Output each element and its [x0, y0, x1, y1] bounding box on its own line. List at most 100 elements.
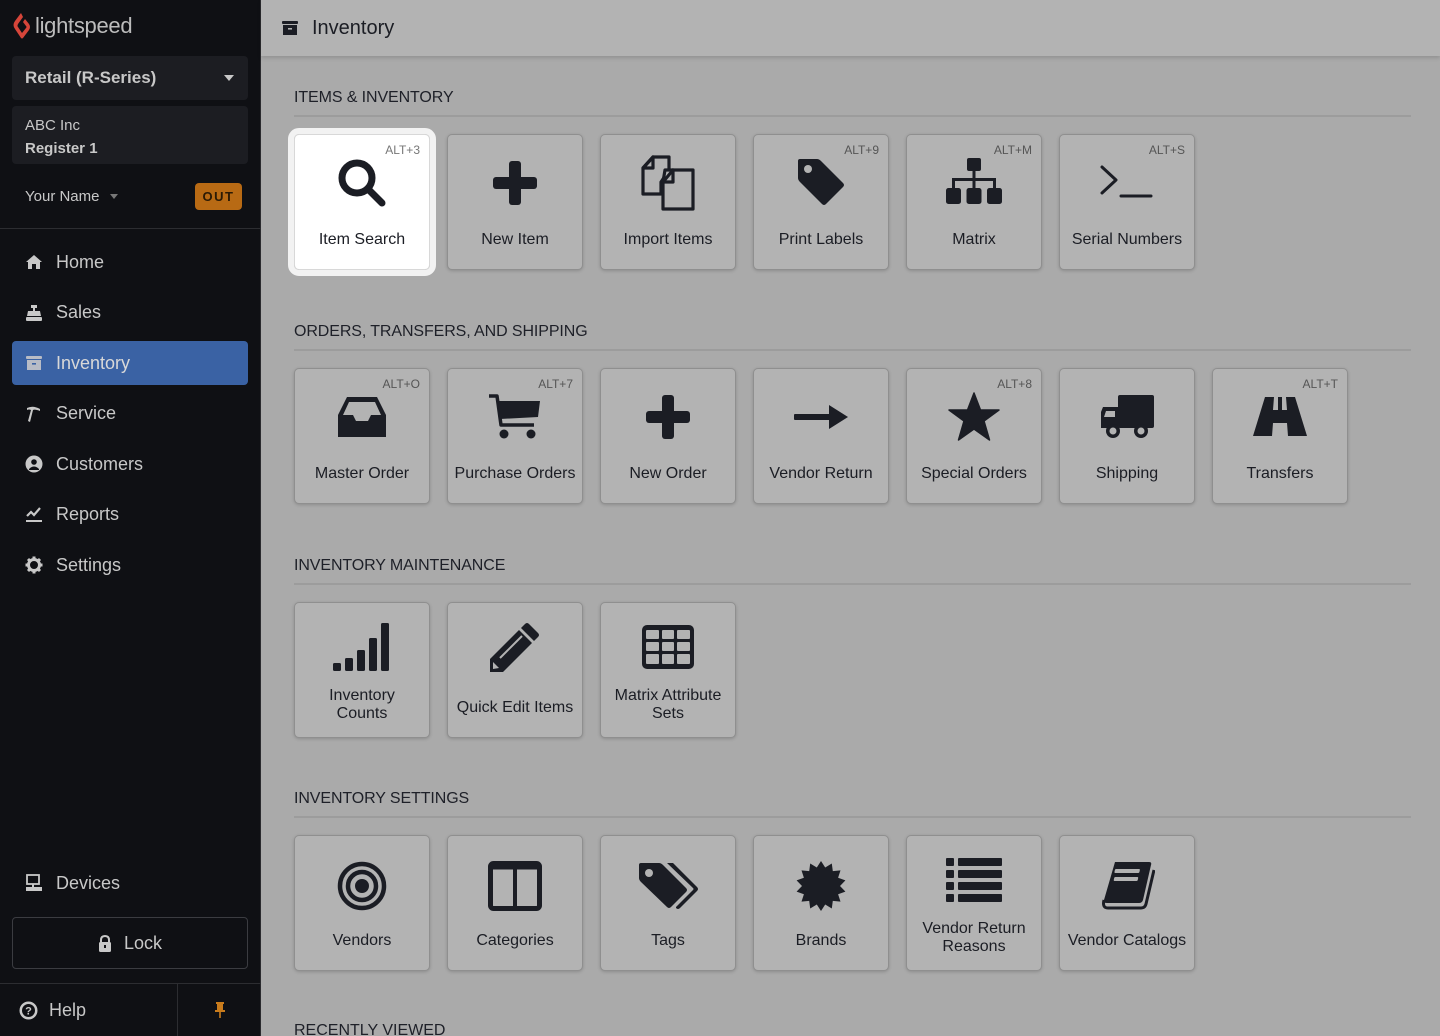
tile-label: Shipping [1095, 465, 1159, 482]
tile-label: New Order [629, 465, 707, 482]
tile-label: Serial Numbers [1071, 231, 1183, 248]
register-icon [24, 303, 44, 323]
sidebar-item-label: Inventory [56, 352, 131, 373]
tile-purchase-orders[interactable]: ALT+7 Purchase Orders [447, 368, 583, 504]
tile-serial-numbers[interactable]: ALT+S Serial Numbers [1059, 134, 1195, 270]
tile-label: Quick Edit Items [456, 699, 574, 716]
search-icon [295, 153, 429, 213]
company-name: ABC Inc [25, 117, 81, 134]
user-name: Your Name [25, 187, 100, 205]
desktop-icon [24, 873, 44, 893]
sidebar-item-service[interactable]: Service [12, 392, 248, 436]
tile-vendor-return[interactable]: Vendor Return [753, 368, 889, 504]
tile-item-search[interactable]: ALT+3 Item Search [288, 128, 436, 276]
chevron-down-icon [224, 75, 234, 81]
sidebar-item-label: Service [56, 403, 117, 423]
tile-brands[interactable]: Brands [753, 835, 889, 971]
sidebar: lightspeed Retail (R-Series) ABC Inc Reg… [0, 0, 261, 1036]
pin-sidebar-button[interactable] [178, 984, 261, 1036]
sidebar-item-sales[interactable]: Sales [12, 291, 248, 335]
pencil-icon [448, 617, 582, 677]
grid-icon [601, 617, 735, 677]
tile-label: Vendor Return [769, 465, 873, 482]
user-menu[interactable]: Your Name [25, 188, 118, 205]
section-inventory-maintenance: INVENTORY MAINTENANCE Inventory Counts Q… [294, 555, 1411, 738]
store-selector-label: Retail (R-Series) [25, 68, 157, 87]
chart-line-icon [24, 505, 44, 525]
tile-transfers[interactable]: ALT+T Transfers [1212, 368, 1348, 504]
section-title: INVENTORY SETTINGS [294, 790, 470, 807]
tile-import-items[interactable]: Import Items [600, 134, 736, 270]
sidebar-item-label: Home [56, 251, 105, 272]
sidebar-item-reports[interactable]: Reports [12, 493, 248, 537]
help-button[interactable]: ? Help [0, 984, 178, 1036]
pin-icon [214, 1002, 225, 1018]
tile-label: Purchase Orders [454, 465, 576, 482]
tile-special-orders[interactable]: ALT+8 Special Orders [906, 368, 1042, 504]
sidebar-item-label: Reports [56, 504, 120, 524]
tile-vendors[interactable]: Vendors [294, 835, 430, 971]
section-orders-transfers-shipping: ORDERS, TRANSFERS, AND SHIPPING ALT+O Ma… [294, 321, 1411, 504]
tile-label: Vendors [332, 932, 392, 949]
lock-icon [98, 934, 111, 952]
sidebar-item-home[interactable]: Home [12, 240, 248, 284]
tile-shipping[interactable]: Shipping [1059, 368, 1195, 504]
sidebar-item-devices[interactable]: Devices [12, 862, 248, 904]
tile-new-order[interactable]: New Order [600, 368, 736, 504]
list-icon [907, 850, 1041, 910]
svg-text:?: ? [25, 1005, 32, 1017]
tile-quick-edit-items[interactable]: Quick Edit Items [447, 602, 583, 738]
tile-new-item[interactable]: New Item [447, 134, 583, 270]
tile-label: Matrix Attribute Sets [614, 687, 722, 722]
tile-matrix-attribute-sets[interactable]: Matrix Attribute Sets [600, 602, 736, 738]
section-title: INVENTORY MAINTENANCE [294, 557, 506, 574]
tile-categories[interactable]: Categories [447, 835, 583, 971]
book-icon [1060, 856, 1194, 916]
clock-status-button[interactable]: OUT [195, 182, 242, 210]
copy-files-icon [601, 153, 735, 213]
sidebar-item-inventory[interactable]: Inventory [12, 341, 248, 385]
tile-label: Import Items [623, 231, 713, 248]
tile-label: Print Labels [778, 231, 864, 248]
lock-label: Lock [123, 932, 163, 953]
archive-icon [24, 353, 44, 373]
tile-label: Transfers [1246, 465, 1314, 482]
sidebar-footer: ? Help [0, 983, 261, 1036]
tile-label: Matrix [952, 231, 996, 248]
tile-tags[interactable]: Tags [600, 835, 736, 971]
user-row: Your Name OUT [25, 182, 242, 210]
road-icon [1213, 387, 1347, 447]
sidebar-item-customers[interactable]: Customers [12, 442, 248, 486]
sidebar-item-label: Sales [56, 302, 102, 322]
tile-matrix[interactable]: ALT+M Matrix [906, 134, 1042, 270]
store-selector[interactable]: Retail (R-Series) [12, 56, 248, 100]
sidebar-item-settings[interactable]: Settings [12, 543, 248, 587]
chevron-down-icon [109, 193, 118, 199]
inbox-icon [295, 387, 429, 447]
plus-icon [601, 387, 735, 447]
section-title-recently-viewed: RECENTLY VIEWED [294, 1022, 446, 1036]
lock-button[interactable]: Lock [12, 917, 248, 969]
tile-vendor-catalogs[interactable]: Vendor Catalogs [1059, 835, 1195, 971]
section-divider [294, 583, 1411, 585]
lightspeed-logo[interactable]: lightspeed [12, 12, 133, 40]
star-icon [907, 387, 1041, 447]
flame-logo-icon [13, 13, 30, 39]
register-info: ABC Inc Register 1 [12, 106, 248, 164]
section-title: ORDERS, TRANSFERS, AND SHIPPING [294, 323, 588, 340]
section-divider [294, 816, 1411, 818]
tile-print-labels[interactable]: ALT+9 Print Labels [753, 134, 889, 270]
page-title: Inventory [312, 16, 395, 39]
tile-label: Categories [476, 932, 554, 949]
tile-master-order[interactable]: ALT+O Master Order [294, 368, 430, 504]
help-icon: ? [19, 1001, 38, 1019]
tile-vendor-return-reasons[interactable]: Vendor Return Reasons [906, 835, 1042, 971]
section-divider [294, 349, 1411, 351]
user-circle-icon [24, 454, 44, 474]
help-label: Help [49, 999, 87, 1020]
brand-name: lightspeed [35, 13, 133, 38]
section-title: ITEMS & INVENTORY [294, 89, 454, 106]
tile-inventory-counts[interactable]: Inventory Counts [294, 602, 430, 738]
tile-label: New Item [481, 231, 549, 248]
arrow-right-icon [754, 387, 888, 447]
